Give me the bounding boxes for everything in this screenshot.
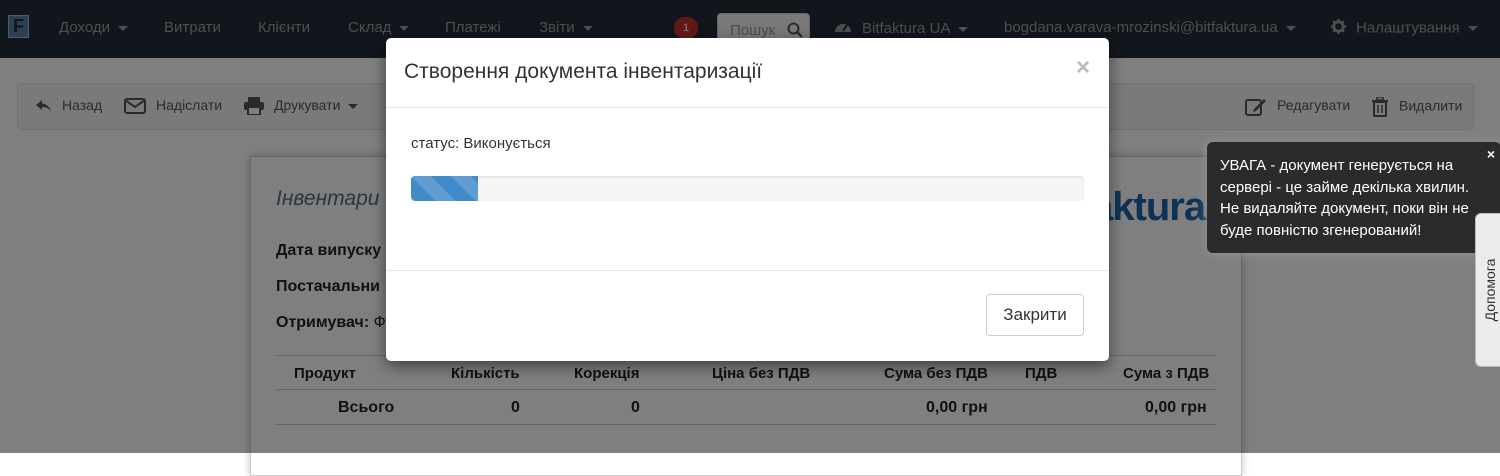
modal-footer: Закрити	[386, 270, 1109, 361]
progress-track	[411, 176, 1084, 201]
status-text: статус: Виконується	[411, 135, 551, 152]
modal-header: Створення документа інвентаризації ×	[386, 38, 1109, 108]
help-tab[interactable]: Допомога	[1475, 213, 1500, 367]
modal-title: Створення документа інвентаризації	[404, 60, 763, 83]
toast-message: УВАГА - документ генерується на сервері …	[1220, 157, 1470, 239]
close-button[interactable]: Закрити	[986, 294, 1084, 336]
close-icon[interactable]: ×	[1487, 144, 1495, 166]
help-tab-label: Допомога	[1482, 258, 1498, 322]
close-icon[interactable]: ×	[1076, 54, 1090, 82]
warning-toast: × УВАГА - документ генерується на сервер…	[1207, 142, 1500, 253]
inventory-modal: Створення документа інвентаризації × ста…	[386, 38, 1109, 361]
progress-bar	[411, 176, 479, 201]
